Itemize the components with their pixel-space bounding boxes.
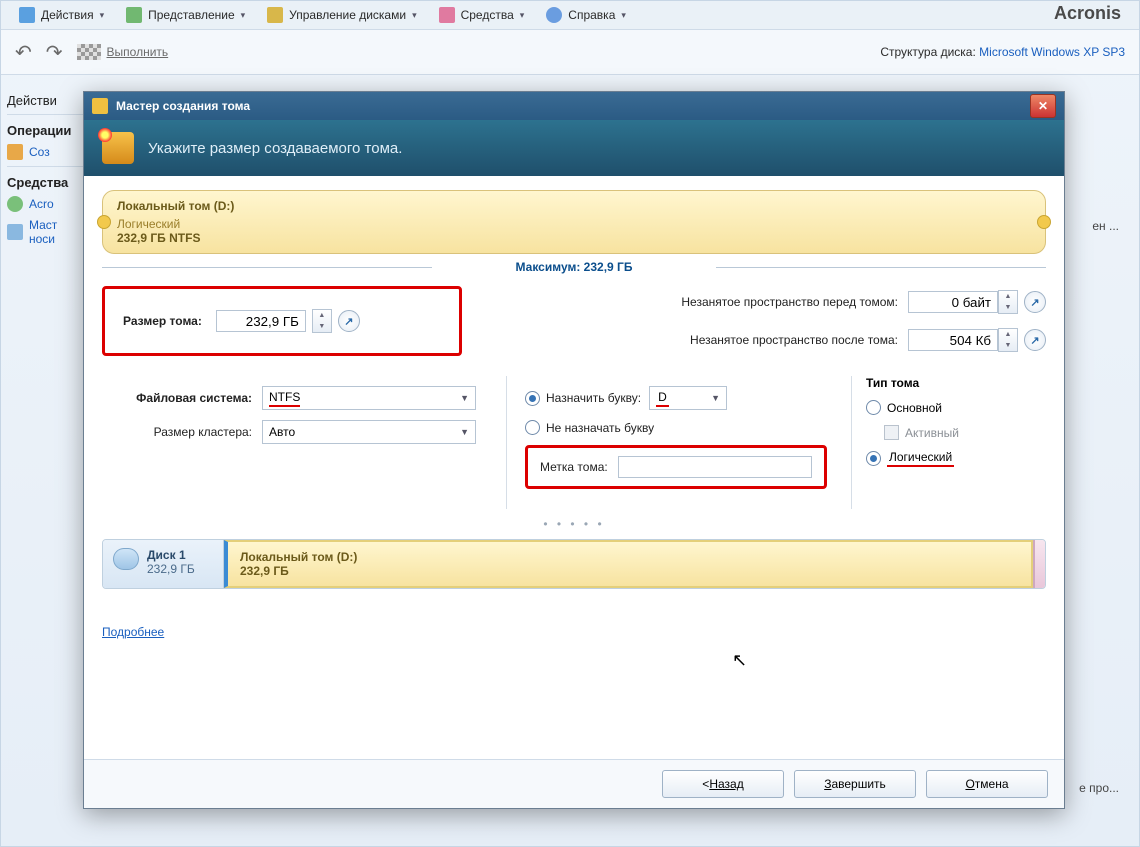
disk-icon [113, 548, 139, 570]
volume-name: Локальный том (D:) [117, 199, 1031, 213]
cancel-button[interactable]: ОтменаОтмена [926, 770, 1048, 798]
partition-size: 232,9 ГБ [240, 564, 1019, 578]
menu-label: Средства [461, 8, 514, 22]
filesystem-select[interactable]: NTFS▼ [262, 386, 476, 410]
cursor-icon: ↖ [732, 650, 747, 671]
tools-icon [439, 7, 455, 23]
size-spinner[interactable]: ▲▼ [312, 309, 332, 333]
details-link[interactable]: Подробнее [102, 625, 164, 639]
menubar: Действия▾ Представление▾ Управление диск… [1, 1, 1139, 30]
media-icon [7, 224, 23, 240]
redo-button[interactable]: ↷ [46, 40, 63, 65]
wizard-content: Локальный том (D:) Логический 232,9 ГБ N… [84, 176, 1064, 760]
size-expand-button[interactable]: ↗ [338, 310, 360, 332]
finish-button[interactable]: ЗЗавершитьавершить [794, 770, 916, 798]
size-input[interactable] [216, 310, 306, 332]
partition-block[interactable]: Локальный том (D:) 232,9 ГБ [224, 540, 1033, 588]
free-before-spinner[interactable]: ▲▼ [998, 290, 1018, 314]
resize-grip[interactable]: • • • • • [102, 517, 1046, 531]
type-primary-radio[interactable] [866, 400, 881, 415]
resize-handle-right[interactable] [1037, 215, 1051, 229]
close-button[interactable]: ✕ [1030, 94, 1056, 118]
bg-text: ен ... [1092, 219, 1119, 233]
partition-edge [1033, 540, 1045, 588]
window-title: Мастер создания тома [116, 99, 250, 113]
disk-structure-link[interactable]: Microsoft Windows XP SP3 [979, 45, 1125, 59]
volume-size-line: 232,9 ГБ NTFS [117, 231, 1031, 245]
window-icon [92, 98, 108, 114]
volume-label-input[interactable] [618, 456, 812, 478]
size-label: Размер тома: [123, 314, 202, 328]
cluster-value: Авто [269, 425, 295, 439]
fs-label: Файловая система: [102, 391, 252, 405]
type-logical-radio[interactable] [866, 451, 881, 466]
redo-icon: ↷ [46, 40, 63, 65]
undo-button[interactable]: ↶ [15, 40, 32, 65]
type-logical-label: Логический [887, 450, 954, 467]
cluster-label: Размер кластера: [102, 425, 252, 439]
type-primary-label: Основной [887, 401, 942, 415]
drive-letter-value: D [656, 390, 669, 407]
disk-header[interactable]: Диск 1 232,9 ГБ [103, 540, 224, 588]
drive-letter-select[interactable]: D▼ [649, 386, 727, 410]
recycle-icon [7, 196, 23, 212]
flag-icon [77, 44, 101, 60]
menu-actions[interactable]: Действия▾ [19, 7, 104, 23]
no-letter-label: Не назначать букву [546, 421, 654, 435]
wizard-subtitle: Укажите размер создаваемого тома. [148, 140, 402, 157]
menu-view[interactable]: Представление▾ [126, 7, 245, 23]
run-label: Выполнить [107, 45, 169, 59]
toolbar: ↶ ↷ Выполнить Структура диска: Microsoft… [1, 30, 1139, 75]
max-size-label: Максимум: 232,9 ГБ [102, 260, 1046, 274]
view-icon [126, 7, 142, 23]
free-before-label: Незанятое пространство перед томом: [502, 295, 898, 309]
type-active-label: Активный [905, 426, 959, 440]
no-letter-radio[interactable] [525, 420, 540, 435]
menu-label: Представление [148, 8, 235, 22]
menu-help[interactable]: Справка▾ [546, 7, 626, 23]
back-button[interactable]: < Назад [662, 770, 784, 798]
undo-icon: ↶ [15, 40, 32, 65]
bg-text: е про... [1079, 781, 1119, 795]
volume-label-label: Метка тома: [540, 460, 608, 474]
free-before-expand[interactable]: ↗ [1024, 291, 1046, 313]
menu-label: Справка [568, 8, 615, 22]
volume-preview[interactable]: Локальный том (D:) Логический 232,9 ГБ N… [102, 190, 1046, 254]
menu-label: Управление дисками [289, 8, 406, 22]
partition-name: Локальный том (D:) [240, 550, 1019, 564]
disk-structure: Структура диска: Microsoft Windows XP SP… [880, 45, 1125, 59]
free-after-label: Незанятое пространство после тома: [502, 333, 898, 347]
assign-letter-radio[interactable] [525, 391, 540, 406]
menu-disk-mgmt[interactable]: Управление дисками▾ [267, 7, 416, 23]
disk-name: Диск 1 [147, 548, 195, 562]
cluster-select[interactable]: Авто▼ [262, 420, 476, 444]
disk-size: 232,9 ГБ [147, 562, 195, 576]
gear-icon [19, 7, 35, 23]
disk-layout: Диск 1 232,9 ГБ Локальный том (D:) 232,9… [102, 539, 1046, 589]
wizard-banner: Укажите размер создаваемого тома. [84, 120, 1064, 176]
volume-type: Логический [117, 217, 1031, 231]
free-after-expand[interactable]: ↗ [1024, 329, 1046, 351]
wizard-step-icon [102, 132, 134, 164]
free-before-input[interactable] [908, 291, 998, 313]
menu-tools[interactable]: Средства▾ [439, 7, 525, 23]
brand-logo: Acronis [1054, 3, 1121, 24]
create-volume-wizard: Мастер создания тома ✕ Укажите размер со… [83, 91, 1065, 809]
type-group-title: Тип тома [866, 376, 1046, 390]
run-button[interactable]: Выполнить [77, 44, 169, 60]
size-highlight: Размер тома: ▲▼ ↗ [102, 286, 462, 356]
assign-letter-label: Назначить букву: [546, 391, 641, 405]
wizard-footer: < Назад ЗЗавершитьавершить ОтменаОтмена [84, 759, 1064, 808]
app-window: Действия▾ Представление▾ Управление диск… [0, 0, 1140, 847]
help-icon [546, 7, 562, 23]
type-active-checkbox [884, 425, 899, 440]
free-after-input[interactable] [908, 329, 998, 351]
disk-icon [267, 7, 283, 23]
fs-value: NTFS [269, 390, 300, 407]
menu-label: Действия [41, 8, 94, 22]
titlebar[interactable]: Мастер создания тома ✕ [84, 92, 1064, 120]
create-icon [7, 144, 23, 160]
free-after-spinner[interactable]: ▲▼ [998, 328, 1018, 352]
resize-handle-left[interactable] [97, 215, 111, 229]
